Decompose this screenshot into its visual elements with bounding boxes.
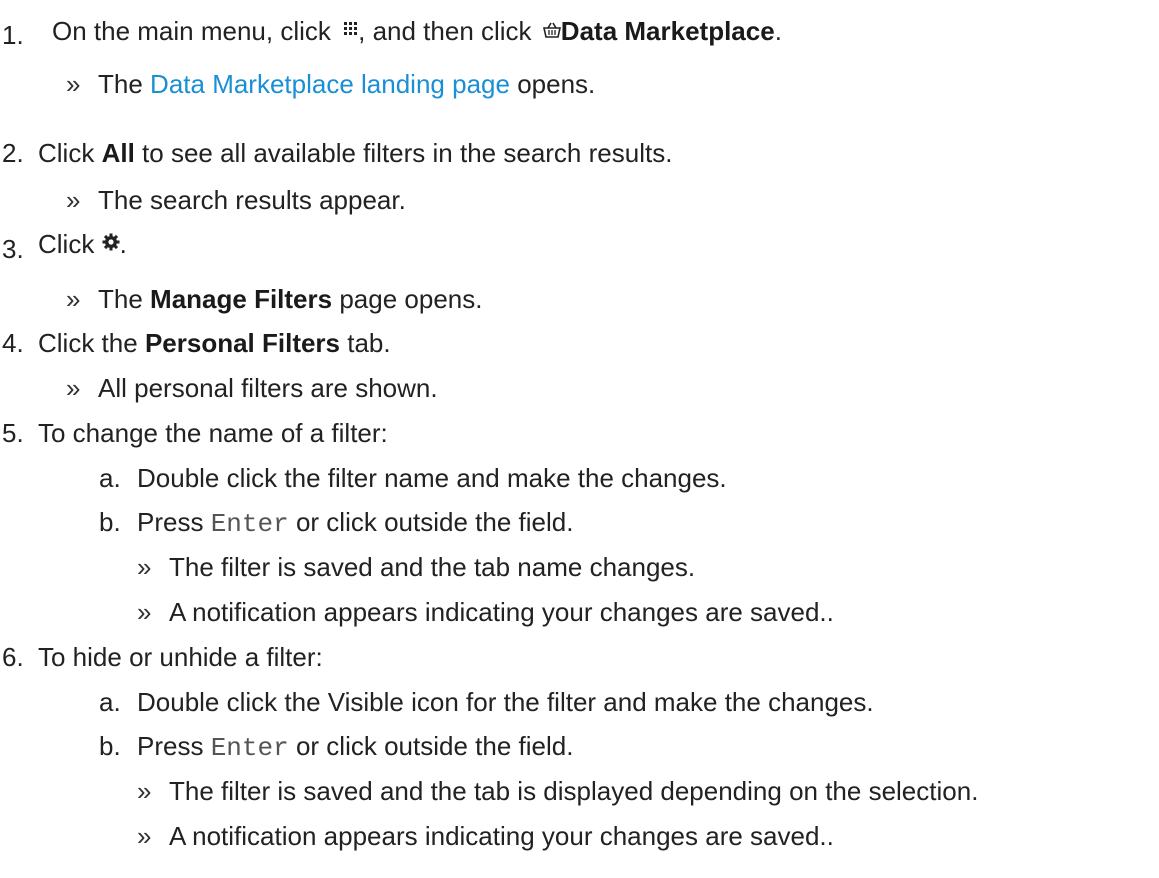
result-marker: » bbox=[137, 597, 152, 627]
step-text: to see all available filters in the sear… bbox=[142, 138, 673, 168]
step-5-result-2: » A notification appears indicating your … bbox=[137, 597, 834, 627]
step-1: 1. On the main menu, click , and then cli… bbox=[2, 16, 782, 50]
step-2: 2. Click All to see all available filters… bbox=[2, 138, 672, 168]
step-number: 2. bbox=[2, 138, 24, 168]
substep-text: or click outside the field. bbox=[295, 507, 574, 537]
step-text: Click bbox=[38, 229, 95, 259]
gear-icon bbox=[102, 233, 120, 251]
substep-text: or click outside the field. bbox=[295, 731, 574, 761]
substep-text: Press bbox=[137, 731, 204, 761]
result-text: The search results appear. bbox=[98, 185, 406, 215]
result-text: A notification appears indicating your c… bbox=[169, 597, 834, 627]
all-label: All bbox=[101, 138, 135, 168]
step-tail: . bbox=[774, 16, 782, 46]
result-marker: » bbox=[66, 185, 81, 215]
step-4: 4. Click the Personal Filters tab. bbox=[2, 328, 391, 358]
substep-text: Double click the Visible icon for the fi… bbox=[137, 687, 874, 717]
enter-key: Enter bbox=[210, 509, 289, 539]
step-tail: . bbox=[119, 229, 127, 259]
step-text: , and then click bbox=[358, 16, 532, 46]
result-text: The bbox=[98, 69, 143, 99]
manage-filters-label: Manage Filters bbox=[150, 284, 333, 314]
step-5b: b. Press Enter or click outside the field… bbox=[99, 507, 574, 539]
grid-menu-icon bbox=[344, 22, 358, 36]
step-5: 5. To change the name of a filter: bbox=[2, 418, 388, 448]
procedure-document: 1. On the main menu, click , and then cli… bbox=[0, 0, 1159, 878]
substep-letter: b. bbox=[99, 507, 121, 537]
substep-letter: a. bbox=[99, 687, 121, 717]
result-marker: » bbox=[137, 776, 152, 806]
step-text: To hide or unhide a filter: bbox=[38, 642, 323, 672]
step-text: Click bbox=[38, 138, 95, 168]
step-6-result-1: » The filter is saved and the tab is disp… bbox=[137, 776, 978, 806]
result-text: A notification appears indicating your c… bbox=[169, 821, 834, 851]
step-3-result: » The Manage Filters page opens. bbox=[66, 284, 482, 314]
step-number: 1. bbox=[2, 20, 24, 50]
step-text: On the main menu, click bbox=[52, 16, 331, 46]
step-number: 3. bbox=[2, 234, 24, 264]
result-marker: » bbox=[66, 69, 81, 99]
step-5a: a. Double click the filter name and make … bbox=[99, 463, 727, 493]
step-4-result: » All personal filters are shown. bbox=[66, 373, 438, 403]
result-text: The filter is saved and the tab is displ… bbox=[169, 776, 979, 806]
result-marker: » bbox=[137, 821, 152, 851]
step-2-result: » The search results appear. bbox=[66, 185, 406, 215]
step-5-result-1: » The filter is saved and the tab name ch… bbox=[137, 552, 695, 582]
result-marker: » bbox=[137, 552, 152, 582]
substep-letter: b. bbox=[99, 731, 121, 761]
result-text: opens. bbox=[517, 69, 596, 99]
step-3: 3. Click . bbox=[2, 229, 127, 264]
step-number: 5. bbox=[2, 418, 24, 448]
result-text: The bbox=[98, 284, 143, 314]
data-marketplace-label: Data Marketplace bbox=[560, 16, 775, 46]
step-6: 6. To hide or unhide a filter: bbox=[2, 642, 323, 672]
result-marker: » bbox=[66, 373, 81, 403]
substep-text: Press bbox=[137, 507, 204, 537]
step-text: To change the name of a filter: bbox=[38, 418, 388, 448]
substep-letter: a. bbox=[99, 463, 121, 493]
step-number: 4. bbox=[2, 328, 24, 358]
result-text: page opens. bbox=[339, 284, 483, 314]
personal-filters-label: Personal Filters bbox=[144, 328, 341, 358]
data-marketplace-landing-link[interactable]: Data Marketplace landing page bbox=[150, 69, 510, 99]
step-text: Click the bbox=[38, 328, 138, 358]
step-6a: a. Double click the Visible icon for the … bbox=[99, 687, 874, 717]
step-6b: b. Press Enter or click outside the field… bbox=[99, 731, 574, 763]
step-6-result-2: » A notification appears indicating your … bbox=[137, 821, 834, 851]
result-marker: » bbox=[66, 284, 81, 314]
step-number: 6. bbox=[2, 642, 24, 672]
result-text: All personal filters are shown. bbox=[98, 373, 438, 403]
step-text: tab. bbox=[347, 328, 391, 358]
step-1-result: » The Data Marketplace landing page opens… bbox=[66, 69, 595, 99]
result-text: The filter is saved and the tab name cha… bbox=[169, 552, 696, 582]
substep-text: Double click the filter name and make th… bbox=[137, 463, 727, 493]
basket-icon bbox=[542, 22, 561, 38]
enter-key: Enter bbox=[210, 733, 289, 763]
